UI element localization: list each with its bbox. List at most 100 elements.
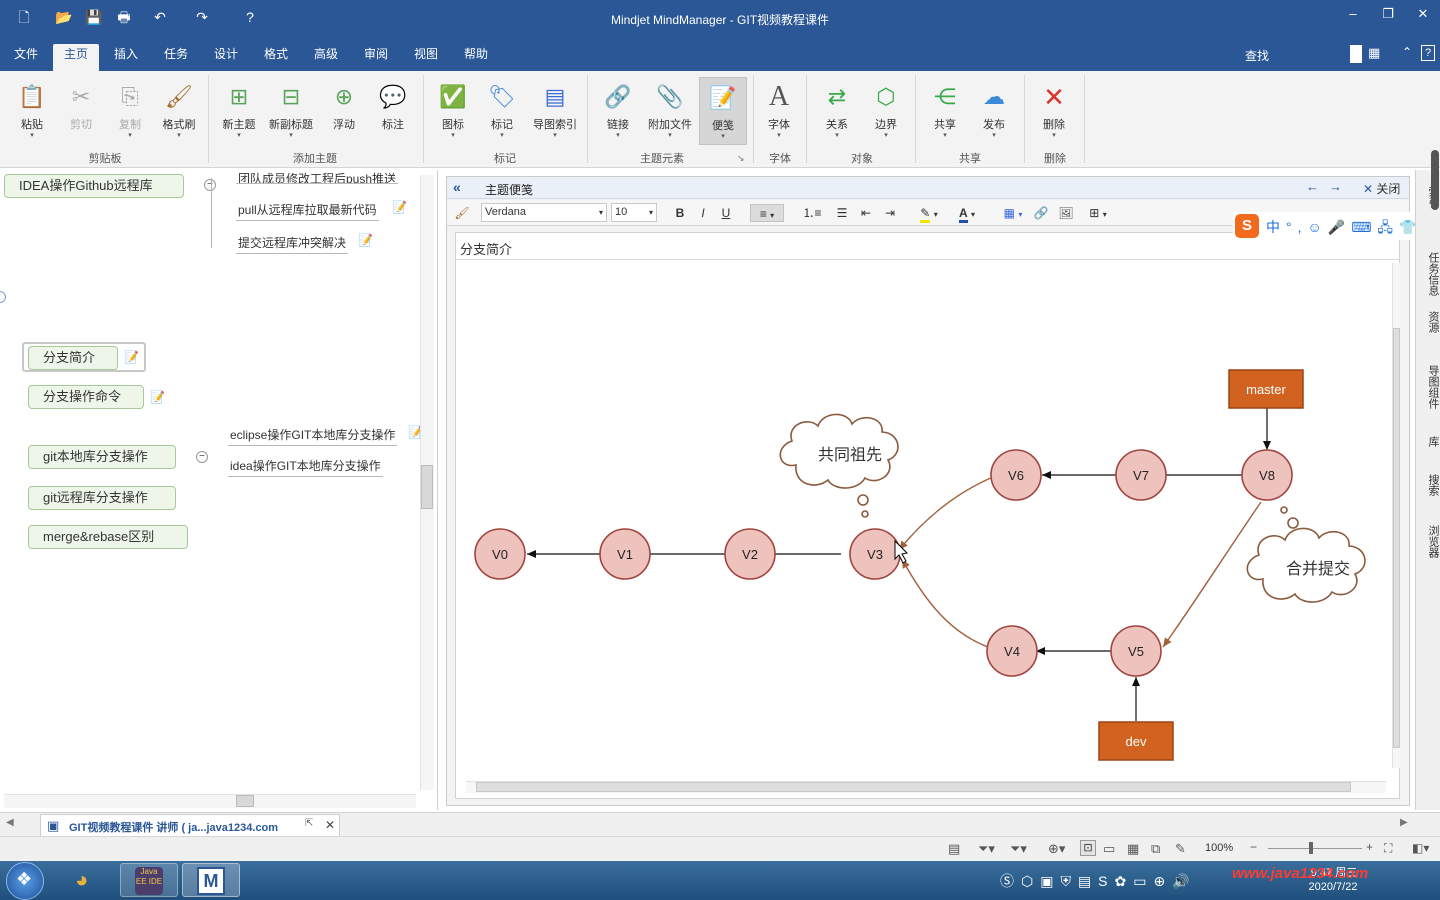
collapse-ribbon-icon[interactable]: ⌃ — [1402, 45, 1412, 59]
dialog-launcher-icon[interactable]: ↘ — [737, 153, 745, 164]
topic-branch-intro[interactable]: 分支简介 — [28, 346, 118, 370]
dock-browser[interactable]: 浏览器 — [1418, 514, 1439, 568]
new-subtopic-button[interactable]: ⊟ 新副标题 ▾ — [267, 77, 315, 145]
tab-advanced[interactable]: 高级 — [306, 44, 346, 71]
notes-view-icon[interactable]: ✎ — [1175, 841, 1186, 857]
topic-remote-branch[interactable]: git远程库分支操作 — [28, 486, 176, 510]
delete-button[interactable]: ✕ 删除 ▾ — [1030, 77, 1078, 145]
tab-task[interactable]: 任务 — [156, 44, 196, 71]
font-color-button[interactable]: A ▾ — [952, 204, 982, 223]
taskbar-mindmanager[interactable]: M — [182, 863, 240, 897]
tab-insert[interactable]: 插入 — [106, 44, 146, 71]
tab-design[interactable]: 设计 — [206, 44, 246, 71]
tab-home[interactable]: 主页 — [53, 44, 99, 71]
fit-map-icon[interactable]: ⊡ — [1080, 840, 1096, 856]
highlight-button[interactable]: ✎ ▾ — [914, 204, 944, 223]
topic-branch-commands[interactable]: 分支操作命令 — [28, 385, 144, 409]
popout-icon[interactable]: ⇱ — [305, 818, 313, 829]
tab-file[interactable]: 文件 — [6, 44, 46, 71]
scroll-thumb[interactable] — [1393, 328, 1400, 748]
fit-window-icon[interactable]: ⛶ — [1384, 841, 1392, 856]
topic-local-branch[interactable]: git本地库分支操作 — [28, 445, 176, 469]
help-button[interactable]: ? — [1421, 45, 1435, 61]
font-name-select[interactable]: Verdana ▾ — [481, 203, 607, 222]
tab-review[interactable]: 审阅 — [356, 44, 396, 71]
collapse-pane-icon[interactable]: « — [453, 179, 461, 195]
gantt-icon[interactable]: ⧉ — [1151, 841, 1160, 857]
font-size-select[interactable]: 10 ▾ — [611, 203, 657, 222]
panel-toggle-icon[interactable]: ◧▾ — [1412, 841, 1429, 855]
topic-merge-rebase[interactable]: merge&rebase区别 — [28, 525, 188, 549]
clear-format-icon[interactable]: 🖌 — [453, 204, 471, 222]
note-icon[interactable]: 📝 — [124, 350, 139, 364]
collapse-toggle[interactable]: − — [196, 451, 208, 463]
bold-button[interactable]: B — [671, 204, 689, 222]
indent-icon[interactable]: ⇥ — [881, 204, 899, 222]
tab-format[interactable]: 格式 — [256, 44, 296, 71]
format-painter-button[interactable]: 🖌 格式刷 ▾ — [155, 77, 203, 145]
zoom-slider[interactable] — [1268, 848, 1362, 849]
share-button[interactable]: ⋲ 共享 ▾ — [921, 77, 969, 145]
ribbon-option-icon[interactable] — [1350, 45, 1362, 63]
filter-clear-icon[interactable]: ⏷▾ — [1010, 841, 1027, 857]
cut-button[interactable]: ✂ 剪切 — [57, 77, 105, 145]
dock-library[interactable]: 库 — [1418, 426, 1439, 456]
filter-icon[interactable]: ⏷▾ — [978, 841, 995, 857]
insert-button[interactable]: ⊞ ▾ — [1083, 204, 1113, 222]
calendar-icon[interactable]: ▦ — [1127, 841, 1139, 857]
tag-button[interactable]: 🏷 标记 ▾ — [478, 77, 526, 145]
subtopic-idea[interactable]: idea操作GIT本地库分支操作 — [228, 457, 383, 477]
scroll-thumb[interactable] — [421, 465, 433, 509]
horizontal-scrollbar[interactable] — [4, 794, 416, 808]
note-icon[interactable]: 📝 — [358, 233, 373, 247]
taskbar-eclipse[interactable]: Java EE IDE — [120, 863, 178, 897]
hyperlink-icon[interactable]: 🔗 — [1032, 204, 1050, 222]
table-button[interactable]: ▦ ▾ — [998, 204, 1028, 222]
doc-tab[interactable]: ▣ GIT视频教程课件 讲师 ( ja...java1234.com ⇱ ✕ — [40, 814, 340, 836]
subtopic-conflict[interactable]: 提交远程库冲突解决 — [236, 234, 349, 254]
image-icon[interactable]: 🖼 — [1057, 204, 1075, 222]
topic-root[interactable]: IDEA操作Github远程库 — [4, 174, 184, 198]
dock-task-info[interactable]: 任务信息 — [1418, 250, 1439, 298]
scroll-thumb[interactable] — [236, 795, 254, 807]
layout-icon[interactable]: ▦ — [1368, 45, 1380, 61]
relationship-button[interactable]: ⇄ 关系 ▾ — [813, 77, 861, 145]
tab-help[interactable]: 帮助 — [456, 44, 496, 71]
copy-button[interactable]: ⎘ 复制 ▾ — [106, 77, 154, 145]
tab-scroll-right-icon[interactable]: ▶ — [1400, 817, 1408, 828]
numbered-list-button[interactable]: ⒈≡ — [797, 204, 827, 222]
attach-file-button[interactable]: 📎 附加文件 ▾ — [645, 77, 695, 145]
next-note-icon[interactable]: → — [1329, 179, 1342, 194]
paste-button[interactable]: 📋 粘贴 ▾ — [8, 77, 56, 145]
notes-editor[interactable]: 分支简介 共同祖先 合并提交 V0 V1 V2 V3 V4 V5 V6 V7 V… — [455, 232, 1400, 799]
tab-view[interactable]: 视图 — [406, 44, 446, 71]
note-icon[interactable]: 📝 — [392, 200, 407, 214]
link-button[interactable]: 🔗 链接 ▾ — [594, 77, 642, 145]
subtopic-pull[interactable]: pull从远程库拉取最新代码 — [236, 201, 379, 221]
ime-tools-icon[interactable]: 中°,☺🎤⌨🖧👕▦ — [1266, 217, 1440, 241]
zoom-slider-thumb[interactable] — [1309, 842, 1313, 854]
map-index-button[interactable]: ▤ 导图索引 ▾ — [530, 77, 580, 145]
focus-icon[interactable]: ⊕▾ — [1048, 841, 1065, 857]
publish-button[interactable]: ☁ 发布 ▾ — [970, 77, 1018, 145]
page-view-icon[interactable]: ▭ — [1103, 841, 1115, 857]
callout-button[interactable]: 💬 标注 — [369, 77, 417, 145]
new-topic-button[interactable]: ⊞ 新主题 ▾ — [215, 77, 263, 145]
align-button[interactable]: ≡ ▾ — [750, 204, 784, 222]
subtopic-push[interactable]: 团队成员修改工程后push推送 — [236, 170, 399, 184]
close-window-button[interactable]: ✕ — [1408, 4, 1438, 24]
dock-search[interactable]: 搜索 — [1418, 462, 1439, 508]
floating-topic-button[interactable]: ⊕ 浮动 — [320, 77, 368, 145]
start-button[interactable]: ❖ — [6, 862, 44, 900]
dock-resources[interactable]: 资源 — [1418, 302, 1439, 342]
subtopic-eclipse[interactable]: eclipse操作GIT本地库分支操作 — [228, 426, 398, 446]
system-tray-icons[interactable]: Ⓢ⬡▣⛨▤S✿▭⊕🔊 — [1000, 871, 1197, 891]
prev-note-icon[interactable]: ← — [1306, 179, 1319, 194]
outdent-icon[interactable]: ⇤ — [857, 204, 875, 222]
outline-view-icon[interactable]: ▤ — [948, 841, 960, 857]
icon-button[interactable]: ✅ 图标 ▾ — [429, 77, 477, 145]
sogou-logo-icon[interactable]: S — [1235, 214, 1259, 238]
italic-button[interactable]: I — [694, 204, 712, 222]
close-tab-icon[interactable]: ✕ — [325, 818, 335, 832]
collapse-toggle[interactable]: − — [204, 179, 216, 191]
